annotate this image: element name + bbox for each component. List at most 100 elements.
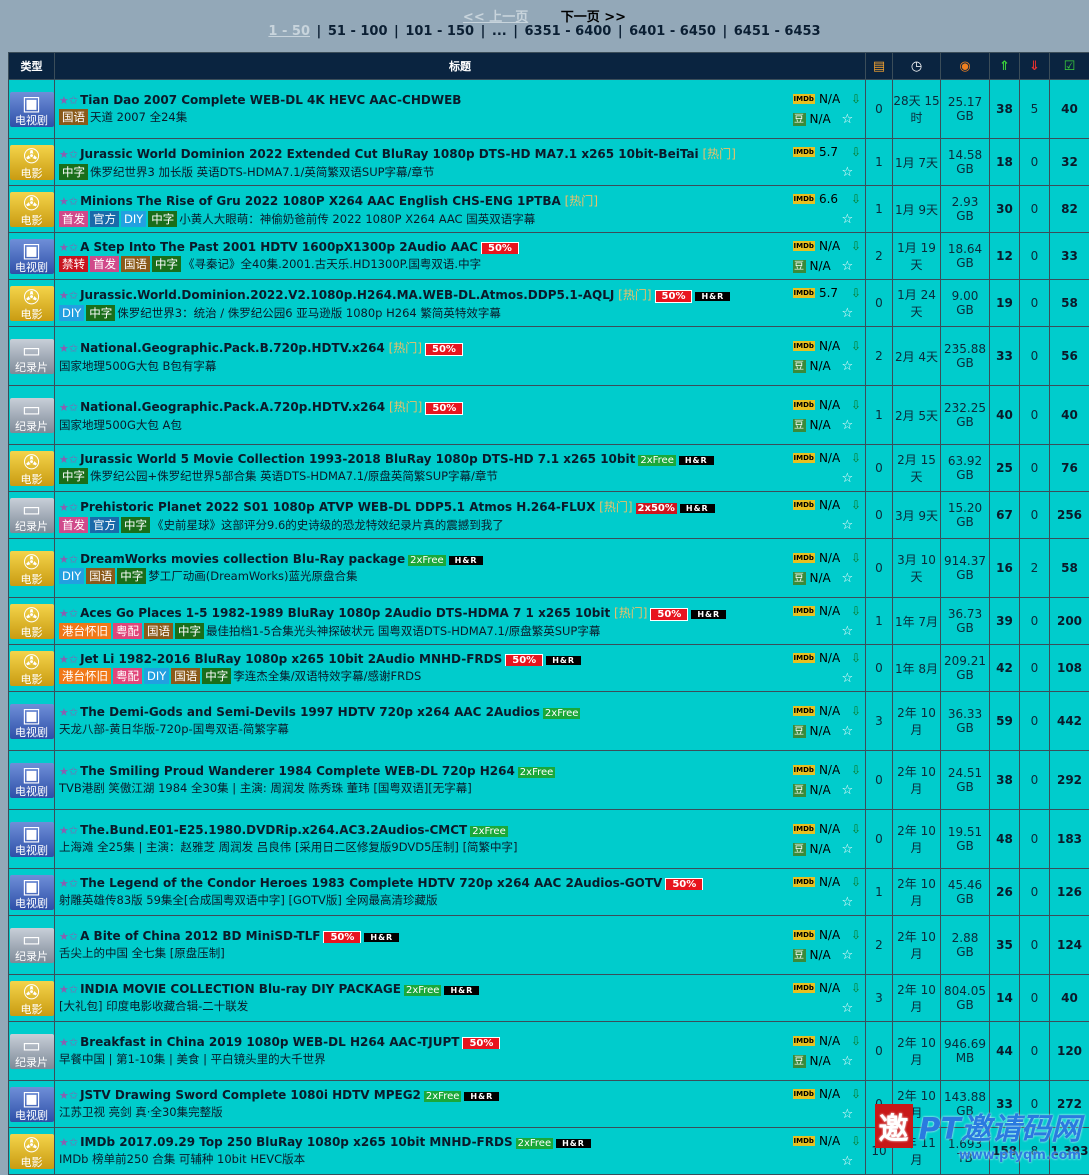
bookmark-star-icon[interactable]: ★✩ [59,983,78,996]
page-link[interactable]: 6451 - 6453 [734,24,821,39]
torrent-row[interactable]: ✇电影★✩Jurassic World 5 Movie Collection 1… [9,445,1089,492]
torrent-title-link[interactable]: National.Geographic.Pack.B.720p.HDTV.x26… [80,341,385,355]
torrent-title-link[interactable]: The.Bund.E01-E25.1980.DVDRip.x264.AC3.2A… [80,823,467,837]
bookmark-star-icon[interactable]: ★✩ [59,553,78,566]
comments-count[interactable]: 0 [866,80,893,139]
category-cell[interactable]: ▭纪录片 [9,492,55,539]
comments-count[interactable]: 2 [866,327,893,386]
bookmark-star-icon[interactable]: ★✩ [59,241,78,254]
category-icon[interactable]: ▣电视剧 [10,763,54,798]
bookmark-star-icon[interactable]: ★✩ [59,195,78,208]
category-icon[interactable]: ▣电视剧 [10,875,54,910]
category-cell[interactable]: ✇电影 [9,139,55,186]
category-cell[interactable]: ✇电影 [9,975,55,1022]
torrent-row[interactable]: ▭纪录片★✩Prehistoric Planet 2022 S01 1080p … [9,492,1089,539]
torrent-title-link[interactable]: A Step Into The Past 2001 HDTV 1600pX130… [80,240,478,254]
download-icon[interactable]: ⇩ [851,551,861,565]
download-icon[interactable]: ⇩ [851,92,861,106]
torrent-row[interactable]: ▣电视剧★✩The Demi-Gods and Semi-Devils 1997… [9,692,1089,751]
completed-count[interactable]: 82 [1050,186,1089,233]
bookmark-icon[interactable]: ☆ [842,259,854,274]
completed-count[interactable]: 256 [1050,492,1089,539]
seeders-count[interactable]: 33 [990,327,1020,386]
leechers-count[interactable]: 5 [1020,80,1050,139]
comments-count[interactable]: 3 [866,692,893,751]
imdb-icon[interactable]: IMDb [793,241,815,251]
category-icon[interactable]: ✇电影 [10,145,54,180]
torrent-row[interactable]: ▣电视剧★✩A Step Into The Past 2001 HDTV 160… [9,233,1089,280]
torrent-title-link[interactable]: The Demi-Gods and Semi-Devils 1997 HDTV … [80,705,540,719]
comments-count[interactable]: 0 [866,810,893,869]
comments-count[interactable]: 1 [866,598,893,645]
torrent-title-link[interactable]: Minions The Rise of Gru 2022 1080P X264 … [80,194,561,208]
category-cell[interactable]: ▣电视剧 [9,80,55,139]
imdb-icon[interactable]: IMDb [793,606,815,616]
torrent-title-link[interactable]: INDIA MOVIE COLLECTION Blu-ray DIY PACKA… [80,982,401,996]
category-icon[interactable]: ✇电影 [10,604,54,639]
prev-page-link[interactable]: << 上一页 [463,10,528,25]
download-icon[interactable]: ⇩ [851,822,861,836]
download-icon[interactable]: ⇩ [851,398,861,412]
torrent-row[interactable]: ▭纪录片★✩A Bite of China 2012 BD MiniSD-TLF… [9,916,1089,975]
completed-count[interactable]: 56 [1050,327,1089,386]
seeders-count[interactable]: 38 [990,751,1020,810]
seeders-count[interactable]: 40 [990,386,1020,445]
torrent-title-link[interactable]: Aces Go Places 1-5 1982-1989 BluRay 1080… [80,606,610,620]
seeders-count[interactable]: 44 [990,1022,1020,1081]
bookmark-star-icon[interactable]: ★✩ [59,94,78,107]
douban-icon[interactable]: 豆 [793,784,806,797]
completed-count[interactable]: 442 [1050,692,1089,751]
seeders-col-icon[interactable]: ⇑ [990,53,1020,80]
leechers-count[interactable]: 2 [1020,539,1050,598]
page-link[interactable]: 6401 - 6450 [629,24,716,39]
bookmark-icon[interactable]: ☆ [842,1154,854,1169]
category-cell[interactable]: ✇电影 [9,539,55,598]
bookmark-icon[interactable]: ☆ [842,671,854,686]
next-page-link[interactable]: 下一页 >> [561,10,626,25]
category-icon[interactable]: ▭纪录片 [10,339,54,374]
imdb-icon[interactable]: IMDb [793,877,815,887]
completed-count[interactable]: 32 [1050,139,1089,186]
leechers-count[interactable]: 0 [1020,280,1050,327]
col-type[interactable]: 类型 [9,53,55,80]
imdb-icon[interactable]: IMDb [793,765,815,775]
category-icon[interactable]: ▣电视剧 [10,822,54,857]
imdb-icon[interactable]: IMDb [793,930,815,940]
torrent-title-link[interactable]: Prehistoric Planet 2022 S01 1080p ATVP W… [80,500,595,514]
seeders-count[interactable]: 42 [990,645,1020,692]
download-icon[interactable]: ⇩ [851,651,861,665]
imdb-icon[interactable]: IMDb [793,1036,815,1046]
completed-count[interactable]: 33 [1050,233,1089,280]
bookmark-icon[interactable]: ☆ [842,306,854,321]
douban-icon[interactable]: 豆 [793,1055,806,1068]
imdb-icon[interactable]: IMDb [793,94,815,104]
torrent-row[interactable]: ▣电视剧★✩The Smiling Proud Wanderer 1984 Co… [9,751,1089,810]
completed-col-icon[interactable]: ☑ [1050,53,1089,80]
bookmark-icon[interactable]: ☆ [842,1107,854,1122]
bookmark-icon[interactable]: ☆ [842,418,854,433]
bookmark-icon[interactable]: ☆ [842,165,854,180]
bookmark-star-icon[interactable]: ★✩ [59,342,78,355]
leechers-count[interactable]: 0 [1020,692,1050,751]
completed-count[interactable]: 76 [1050,445,1089,492]
category-cell[interactable]: ▣电视剧 [9,810,55,869]
bookmark-star-icon[interactable]: ★✩ [59,653,78,666]
comments-col-icon[interactable]: ▤ [866,53,893,80]
bookmark-icon[interactable]: ☆ [842,359,854,374]
imdb-icon[interactable]: IMDb [793,1136,815,1146]
seeders-count[interactable]: 16 [990,539,1020,598]
bookmark-icon[interactable]: ☆ [842,948,854,963]
bookmark-icon[interactable]: ☆ [842,571,854,586]
category-icon[interactable]: ▣电视剧 [10,92,54,127]
seeders-count[interactable]: 18 [990,139,1020,186]
category-icon[interactable]: ✇电影 [10,286,54,321]
category-cell[interactable]: ✇电影 [9,280,55,327]
torrent-title-link[interactable]: JSTV Drawing Sword Complete 1080i HDTV M… [80,1088,421,1102]
imdb-icon[interactable]: IMDb [793,500,815,510]
bookmark-star-icon[interactable]: ★✩ [59,1089,78,1102]
completed-count[interactable]: 200 [1050,598,1089,645]
torrent-title-link[interactable]: Jet Li 1982-2016 BluRay 1080p x265 10bit… [80,652,502,666]
torrent-title-link[interactable]: Breakfast in China 2019 1080p WEB-DL H26… [80,1035,459,1049]
bookmark-icon[interactable]: ☆ [842,783,854,798]
category-cell[interactable]: ▭纪录片 [9,386,55,445]
